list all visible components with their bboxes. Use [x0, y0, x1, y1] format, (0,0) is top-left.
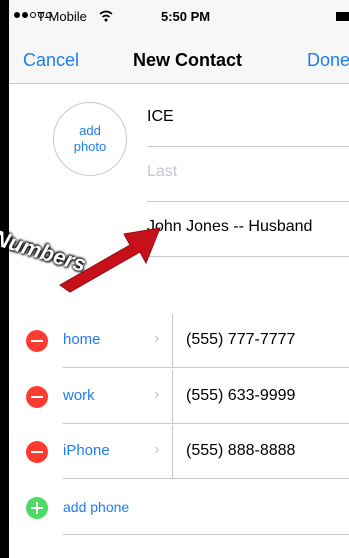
chevron-right-icon: › [154, 441, 160, 458]
phone-row-work: work › (555) 633-9999 [9, 370, 349, 424]
phone-number-field[interactable]: (555) 888-8888 [186, 442, 295, 460]
phone-label-button[interactable]: work [63, 387, 95, 404]
status-time: 5:50 PM [161, 9, 211, 24]
divider [63, 534, 349, 535]
divider [63, 478, 349, 479]
chevron-right-icon: › [154, 386, 160, 403]
add-photo-label: add photo [73, 123, 107, 154]
divider [147, 146, 349, 147]
phone-row-iphone: iPhone › (555) 888-8888 [9, 425, 349, 479]
phone-label-button[interactable]: home [63, 331, 101, 348]
carrier-name: T-Mobile [37, 9, 87, 24]
divider [172, 314, 173, 368]
divider [147, 201, 349, 202]
delete-phone-icon[interactable] [26, 441, 48, 463]
company-field[interactable]: John Jones -- Husband [147, 218, 312, 236]
delete-phone-icon[interactable] [26, 386, 48, 408]
done-button[interactable]: Done [307, 50, 349, 71]
first-name-field[interactable]: ICE [147, 108, 174, 126]
wifi-icon [99, 10, 113, 22]
last-name-field[interactable]: Last [147, 163, 177, 181]
add-phone-row[interactable]: add phone [9, 481, 349, 535]
status-bar: T-Mobile 5:50 PM [9, 0, 349, 36]
page-title: New Contact [133, 50, 243, 70]
add-phone-label[interactable]: add phone [63, 499, 129, 515]
divider [147, 256, 349, 257]
divider [172, 370, 173, 424]
phone-number-field[interactable]: (555) 777-7777 [186, 331, 295, 349]
chevron-right-icon: › [154, 330, 160, 347]
cancel-button[interactable]: Cancel [23, 50, 79, 71]
delete-phone-icon[interactable] [26, 330, 48, 352]
divider [172, 425, 173, 479]
phone-number-field[interactable]: (555) 633-9999 [186, 387, 295, 405]
phone-row-home: home › (555) 777-7777 [9, 314, 349, 368]
phone-label-button[interactable]: iPhone [63, 442, 110, 459]
add-phone-icon[interactable] [26, 497, 48, 519]
divider [63, 423, 349, 424]
divider [63, 367, 349, 368]
navigation-bar: Cancel New Contact Done [9, 36, 349, 84]
new-contact-screen: T-Mobile 5:50 PM Cancel New Contact Done… [9, 0, 349, 558]
battery-icon [336, 12, 349, 21]
add-photo-button[interactable]: add photo [53, 102, 127, 176]
